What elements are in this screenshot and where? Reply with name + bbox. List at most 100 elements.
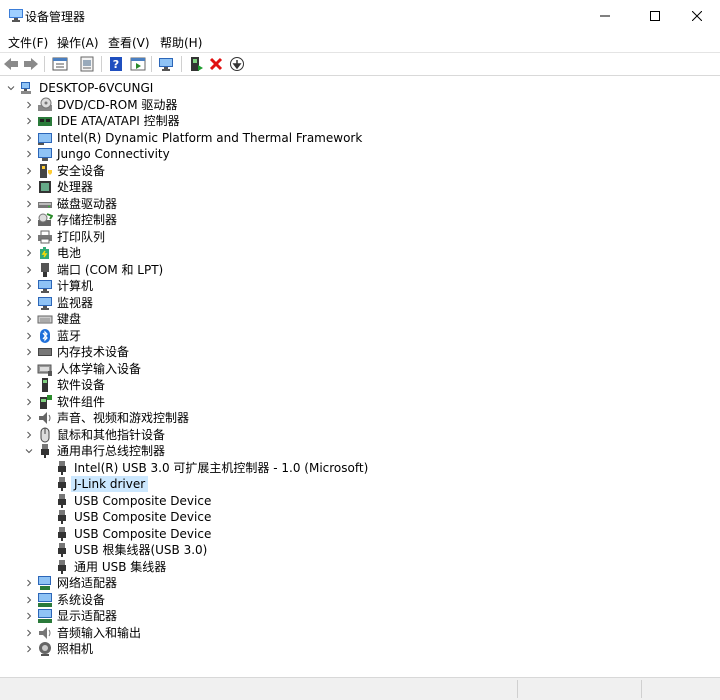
expand-chevron[interactable] xyxy=(24,331,34,341)
collapse-chevron[interactable] xyxy=(24,446,34,456)
expand-chevron[interactable] xyxy=(24,215,34,225)
tree-category[interactable]: 软件设备 xyxy=(37,377,105,393)
expand-chevron[interactable] xyxy=(24,314,34,324)
tree-category[interactable]: 端口 (COM 和 LPT) xyxy=(37,262,163,278)
tree-category[interactable]: 处理器 xyxy=(37,179,93,195)
menu-file[interactable]: 文件(F) xyxy=(8,34,48,51)
run-button[interactable] xyxy=(129,55,147,73)
tree-item-label: 软件组件 xyxy=(57,395,106,409)
scan-hardware-button[interactable] xyxy=(157,55,175,73)
tree-category[interactable]: 计算机 xyxy=(37,278,93,294)
tree-category[interactable]: 内存技术设备 xyxy=(37,344,129,360)
tree-category[interactable]: 打印队列 xyxy=(37,229,105,245)
tree-category[interactable]: 软件组件 xyxy=(37,394,105,410)
expand-chevron[interactable] xyxy=(24,611,34,621)
expand-chevron[interactable] xyxy=(24,578,34,588)
tree-category[interactable]: 网络适配器 xyxy=(37,575,117,591)
expand-chevron[interactable] xyxy=(24,265,34,275)
chevron-right-icon xyxy=(27,629,32,637)
menu-view[interactable]: 查看(V) xyxy=(108,34,150,51)
chevron-right-icon xyxy=(27,315,32,323)
close-button[interactable] xyxy=(674,0,720,32)
system-device-icon xyxy=(38,593,52,607)
tree-category[interactable]: 电池 xyxy=(37,245,81,261)
expand-chevron[interactable] xyxy=(24,149,34,159)
expand-chevron[interactable] xyxy=(24,380,34,390)
expand-chevron[interactable] xyxy=(24,413,34,423)
device-manager-icon xyxy=(9,9,23,22)
expand-chevron[interactable] xyxy=(24,281,34,291)
tree-category[interactable]: 键盘 xyxy=(37,311,81,327)
properties-button[interactable] xyxy=(51,55,69,73)
toolbar: ? xyxy=(0,52,720,76)
expand-chevron[interactable] xyxy=(24,182,34,192)
tree-category[interactable]: 照相机 xyxy=(37,641,93,657)
tree-category[interactable]: 音频输入和输出 xyxy=(37,625,141,641)
chevron-right-icon xyxy=(27,249,32,257)
menu-help[interactable]: 帮助(H) xyxy=(160,34,202,51)
tree-root[interactable]: DESKTOP-6VCUNGI xyxy=(19,80,153,96)
tree-category[interactable]: 显示适配器 xyxy=(37,608,117,624)
expand-chevron[interactable] xyxy=(24,116,34,126)
expand-chevron[interactable] xyxy=(24,595,34,605)
minimize-button[interactable] xyxy=(582,0,628,32)
tree-device[interactable]: USB Composite Device xyxy=(54,493,211,509)
tree-device[interactable]: USB Composite Device xyxy=(54,526,211,542)
tree-device[interactable]: 通用 USB 集线器 xyxy=(54,559,166,575)
expand-chevron[interactable] xyxy=(24,133,34,143)
expand-chevron[interactable] xyxy=(24,397,34,407)
printer-icon xyxy=(38,230,52,244)
tree-category[interactable]: 声音、视频和游戏控制器 xyxy=(37,410,189,426)
expand-chevron[interactable] xyxy=(24,248,34,258)
show-hidden-button[interactable] xyxy=(78,55,96,73)
tree-category[interactable]: 鼠标和其他指针设备 xyxy=(37,427,165,443)
chevron-right-icon xyxy=(27,645,32,653)
tree-item-label: J-Link driver xyxy=(71,476,149,492)
uninstall-button[interactable] xyxy=(207,55,225,73)
uninstall-icon xyxy=(209,57,223,71)
expand-chevron[interactable] xyxy=(24,100,34,110)
forward-button[interactable] xyxy=(22,55,40,73)
tree-category[interactable]: Intel(R) Dynamic Platform and Thermal Fr… xyxy=(37,130,362,146)
expand-chevron[interactable] xyxy=(24,199,34,209)
tree-category[interactable]: Jungo Connectivity xyxy=(37,146,170,162)
tree-category[interactable]: 存储控制器 xyxy=(37,212,117,228)
tree-device[interactable]: USB 根集线器(USB 3.0) xyxy=(54,542,207,558)
expand-chevron[interactable] xyxy=(24,347,34,357)
update-driver-button[interactable] xyxy=(187,55,205,73)
tree-category[interactable]: 人体学输入设备 xyxy=(37,361,141,377)
dvd-drive-icon xyxy=(38,97,52,111)
window-title: 设备管理器 xyxy=(25,10,86,24)
tree-item-label: 打印队列 xyxy=(57,230,106,244)
expand-chevron[interactable] xyxy=(24,364,34,374)
expand-chevron[interactable] xyxy=(24,232,34,242)
back-button[interactable] xyxy=(2,55,20,73)
expand-chevron[interactable] xyxy=(24,166,34,176)
tree-category[interactable]: 磁盘驱动器 xyxy=(37,196,117,212)
tree-category[interactable]: DVD/CD-ROM 驱动器 xyxy=(37,97,177,113)
expand-chevron[interactable] xyxy=(24,628,34,638)
tree-category[interactable]: 安全设备 xyxy=(37,163,105,179)
maximize-button[interactable] xyxy=(632,0,678,32)
collapse-chevron[interactable] xyxy=(6,83,16,93)
tree-item-label: 存储控制器 xyxy=(57,213,118,227)
tree-category[interactable]: IDE ATA/ATAPI 控制器 xyxy=(37,113,180,129)
expand-chevron[interactable] xyxy=(24,430,34,440)
tree-device[interactable]: USB Composite Device xyxy=(54,509,211,525)
disable-button[interactable] xyxy=(228,55,246,73)
help-button[interactable]: ? xyxy=(107,55,125,73)
tree-category[interactable]: 系统设备 xyxy=(37,592,105,608)
expand-chevron[interactable] xyxy=(24,644,34,654)
tree-item-label: USB 根集线器(USB 3.0) xyxy=(74,543,208,557)
expand-chevron[interactable] xyxy=(24,298,34,308)
minimize-icon xyxy=(600,15,610,17)
tree-category[interactable]: 蓝牙 xyxy=(37,328,81,344)
tree-device-selected[interactable]: J-Link driver xyxy=(54,476,149,492)
tree-device[interactable]: Intel(R) USB 3.0 可扩展主机控制器 - 1.0 (Microso… xyxy=(54,460,368,476)
menu-action[interactable]: 操作(A) xyxy=(57,34,99,51)
usb-device-icon xyxy=(58,560,66,574)
tree-category[interactable]: 监视器 xyxy=(37,295,93,311)
device-tree[interactable]: DESKTOP-6VCUNGI DVD/CD-ROM 驱动器 IDE ATA/ATA… xyxy=(0,78,720,674)
storage-controller-icon xyxy=(38,213,53,226)
tree-category[interactable]: 通用串行总线控制器 xyxy=(37,443,165,459)
